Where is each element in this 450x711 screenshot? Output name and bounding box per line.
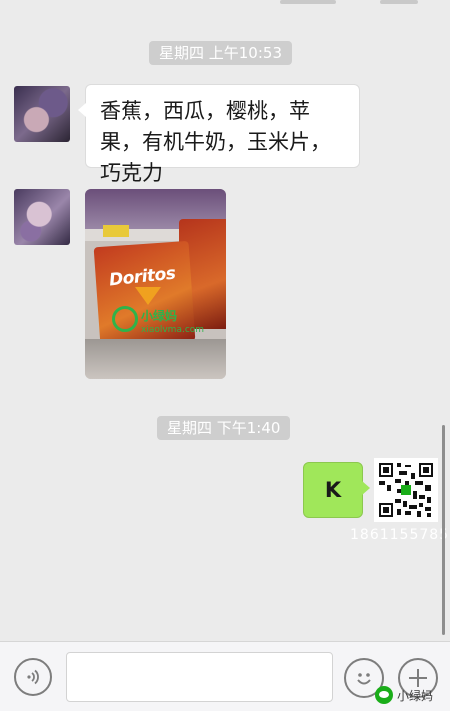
photo-floor: [85, 339, 226, 379]
photo-watermark-text: 小绿妈: [141, 309, 178, 323]
timestamp: 星期四 上午10:53: [149, 41, 292, 65]
scrollbar[interactable]: [442, 425, 445, 635]
message-input[interactable]: [66, 652, 333, 702]
chip-graphic: [135, 287, 161, 305]
contact-avatar[interactable]: [14, 86, 70, 142]
watermark-label: 小绿妈: [397, 688, 434, 703]
outgoing-message-bubble[interactable]: K: [303, 462, 370, 518]
qr-code-icon: [374, 458, 438, 522]
voice-icon: [27, 669, 39, 685]
contact-avatar[interactable]: [14, 189, 70, 245]
incoming-photo-message[interactable]: Doritos 小绿妈 xiaolvma.com: [85, 189, 226, 379]
voice-button[interactable]: [14, 658, 52, 696]
photo-watermark-url: xiaolvma.com: [141, 325, 205, 335]
corner-watermark: 小绿妈: [375, 684, 433, 706]
wechat-logo-icon: [375, 686, 393, 704]
top-strip: [0, 0, 450, 6]
smiley-icon: [357, 673, 371, 685]
price-tag: [103, 225, 129, 237]
incoming-message-bubble[interactable]: 香蕉，西瓜，樱桃，苹果，有机牛奶，玉米片，巧克力: [78, 84, 360, 185]
timestamp: 星期四 下午1:40: [157, 416, 291, 440]
watermark-logo-icon: [112, 306, 138, 332]
sender-phone-number: 18611557850: [350, 527, 450, 543]
status-fragment: [280, 0, 336, 4]
status-fragment: [380, 0, 418, 4]
